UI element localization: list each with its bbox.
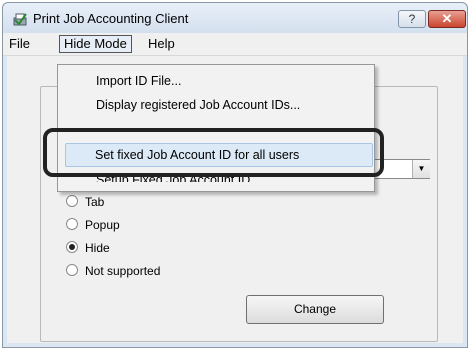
printer-check-icon xyxy=(13,13,27,26)
menu-hide-mode[interactable]: Hide Mode xyxy=(59,35,132,53)
menu-item-import-id-file[interactable]: Import ID File... xyxy=(96,71,181,91)
change-button[interactable]: Change xyxy=(246,295,384,324)
radio-popup[interactable]: Popup xyxy=(66,216,120,232)
window-title: Print Job Accounting Client xyxy=(33,11,189,26)
menu-item-set-fixed-id[interactable]: Set fixed Job Account ID for all users xyxy=(95,145,299,165)
chevron-down-icon[interactable]: ▼ xyxy=(412,160,430,178)
radio-label: Popup xyxy=(85,217,120,232)
radio-hide[interactable]: Hide xyxy=(66,239,110,255)
radio-circle[interactable] xyxy=(66,263,78,276)
close-button[interactable]: ✕ xyxy=(428,10,466,28)
radio-circle[interactable] xyxy=(66,217,78,230)
radio-circle[interactable] xyxy=(66,194,78,207)
menu-item-display-registered-ids[interactable]: Display registered Job Account IDs... xyxy=(96,95,300,115)
radio-label: Not supported xyxy=(85,263,161,278)
menu-help[interactable]: Help xyxy=(144,36,179,52)
menu-bar: File Hide Mode Help xyxy=(3,33,467,56)
radio-tab[interactable]: Tab xyxy=(66,193,104,209)
title-bar[interactable]: Print Job Accounting Client ? ✕ xyxy=(3,3,467,33)
radio-label: Tab xyxy=(85,194,105,209)
radio-label: Hide xyxy=(85,240,110,255)
help-button[interactable]: ? xyxy=(398,10,426,28)
radio-circle[interactable] xyxy=(66,240,78,253)
menu-file[interactable]: File xyxy=(5,36,34,52)
radio-not-supported[interactable]: Not supported xyxy=(66,262,160,278)
